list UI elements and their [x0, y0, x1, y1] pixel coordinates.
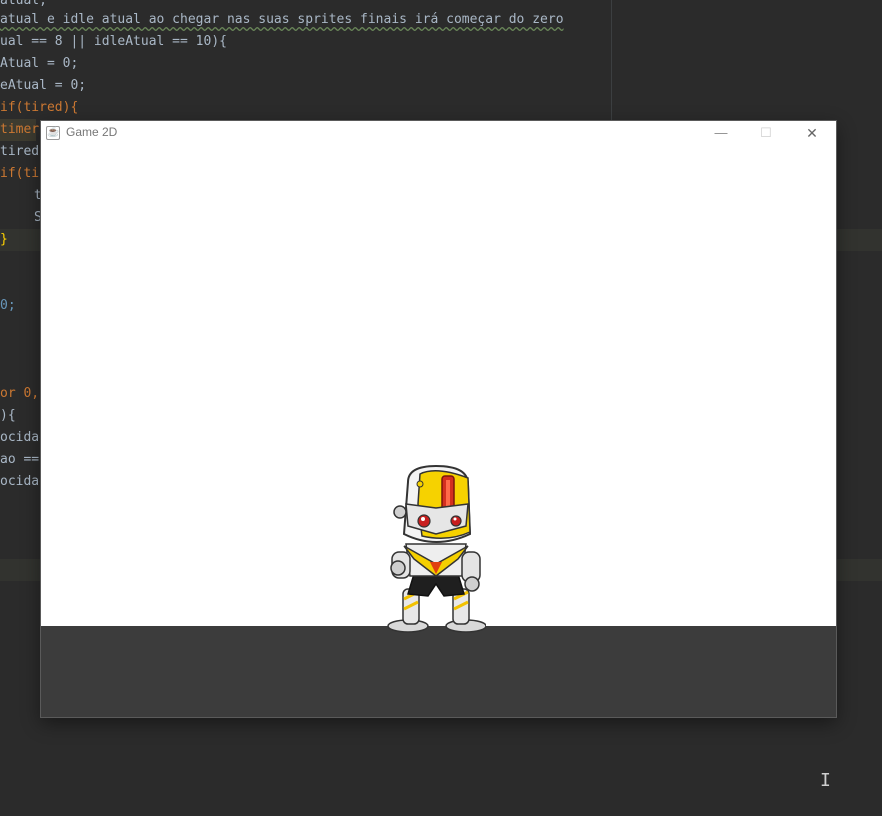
code-line-velocidade-1: ocidad: [0, 430, 47, 445]
code-line-open: ){: [0, 408, 16, 423]
robot-sprite: [387, 464, 486, 633]
code-line-idle-reset: eAtual = 0;: [0, 78, 87, 93]
close-button[interactable]: ✕: [790, 121, 834, 145]
right-margin-guide: [611, 0, 612, 122]
code-line-velocidade-2: ocidad: [0, 474, 47, 489]
java-icon: ☕: [46, 126, 60, 140]
code-line-brace: }: [0, 232, 8, 247]
code-line-comment: atual e idle atual ao chegar nas suas sp…: [0, 12, 564, 27]
minimize-button[interactable]: —: [699, 121, 743, 145]
text-cursor-icon: I: [820, 770, 831, 791]
maximize-button[interactable]: ☐: [744, 121, 788, 145]
code-line-condition: ao ==: [0, 452, 40, 467]
code-line-timer: timer: [0, 122, 40, 137]
ground-platform: [41, 626, 836, 717]
code-line-if-tired: if(tired){: [0, 100, 79, 115]
window-titlebar[interactable]: ☕ Game 2D — ☐ ✕: [41, 121, 836, 145]
code-line-for: or 0,: [0, 386, 40, 401]
game-window[interactable]: ☕ Game 2D — ☐ ✕: [41, 121, 836, 717]
code-line-zero: 0;: [0, 298, 16, 313]
code-line-atual-reset: Atual = 0;: [0, 56, 79, 71]
code-line-if-ti: if(ti: [0, 166, 40, 181]
code-line-if: ual == 8 || idleAtual == 10){: [0, 34, 227, 49]
code-line-tired: tired: [0, 144, 40, 159]
window-title: Game 2D: [66, 125, 118, 139]
